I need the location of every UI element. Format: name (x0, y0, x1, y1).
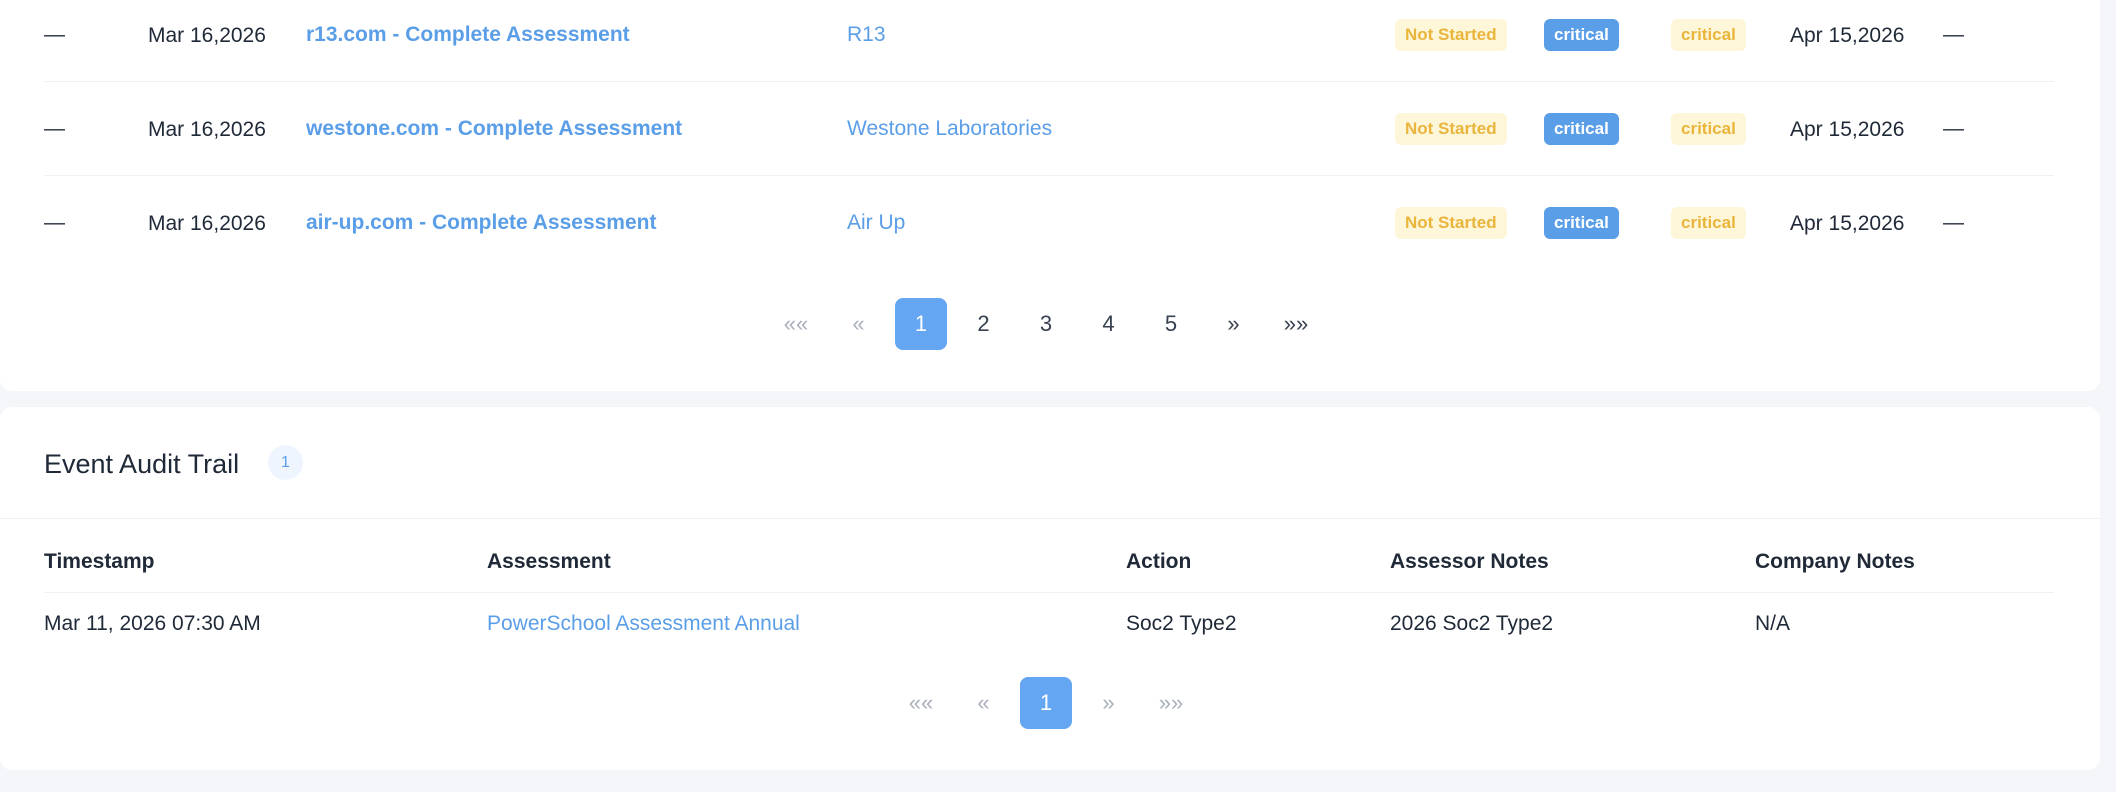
row-dash: — (1943, 23, 1964, 46)
column-header-action[interactable]: Action (1126, 550, 1191, 574)
audit-action: Soc2 Type2 (1126, 612, 1237, 635)
company-link[interactable]: R13 (847, 23, 886, 47)
assessment-link[interactable]: air-up.com - Complete Assessment (306, 211, 656, 235)
created-date: Mar 16, 2026 (148, 117, 266, 141)
priority-badge: critical (1544, 207, 1619, 239)
company-link[interactable]: Air Up (847, 211, 905, 235)
audit-assessor-notes: 2026 Soc2 Type2 (1390, 612, 1554, 635)
row-dash: — (1943, 117, 1964, 140)
next-page-button[interactable]: » (1208, 298, 1260, 350)
assessment-link[interactable]: westone.com - Complete Assessment (306, 117, 682, 141)
row-dash: — (44, 23, 65, 46)
created-date: Mar 16, 2026 (148, 23, 266, 47)
prev-page-button[interactable]: « (833, 298, 885, 350)
audit-assessment-link[interactable]: PowerSchool Assessment Annual (487, 612, 800, 636)
divider (0, 518, 2100, 519)
table-row: — Mar 16, 2026 air-up.com - Complete Ass… (44, 176, 2054, 270)
created-date: Mar 16, 2026 (148, 211, 266, 235)
priority-badge: critical (1544, 19, 1619, 51)
page-button-1[interactable]: 1 (895, 298, 947, 350)
divider (44, 592, 2054, 593)
risk-badge: critical (1671, 19, 1746, 51)
audit-trail-card: Event Audit Trail 1 Timestamp Assessment… (0, 407, 2100, 770)
assessments-pagination: «« « 1 2 3 4 5 » »» (770, 298, 1333, 350)
prev-page-button[interactable]: « (958, 677, 1010, 729)
assessment-link[interactable]: r13.com - Complete Assessment (306, 23, 630, 47)
row-dash: — (44, 211, 65, 234)
last-page-button[interactable]: »» (1145, 677, 1197, 729)
page-button-2[interactable]: 2 (958, 298, 1010, 350)
last-page-button[interactable]: »» (1270, 298, 1322, 350)
priority-badge: critical (1544, 113, 1619, 145)
page-button-3[interactable]: 3 (1020, 298, 1072, 350)
page-button-5[interactable]: 5 (1145, 298, 1197, 350)
status-badge: Not Started (1395, 113, 1507, 145)
audit-timestamp: Mar 11, 2026 07:30 AM (44, 612, 261, 635)
table-row: — Mar 16, 2026 r13.com - Complete Assess… (44, 0, 2054, 82)
first-page-button[interactable]: «« (895, 677, 947, 729)
company-link[interactable]: Westone Laboratories (847, 117, 1052, 141)
status-badge: Not Started (1395, 19, 1507, 51)
due-date: Apr 15, 2026 (1790, 117, 1905, 141)
due-date: Apr 15, 2026 (1790, 23, 1905, 47)
assessments-card: — Mar 16, 2026 r13.com - Complete Assess… (0, 0, 2100, 391)
section-title: Event Audit Trail (44, 449, 240, 479)
risk-badge: critical (1671, 113, 1746, 145)
row-dash: — (1943, 211, 1964, 234)
row-dash: — (44, 117, 65, 140)
column-header-assessment[interactable]: Assessment (487, 550, 611, 574)
column-header-assessor-notes[interactable]: Assessor Notes (1390, 550, 1549, 574)
table-row: — Mar 16, 2026 westone.com - Complete As… (44, 82, 2054, 176)
audit-company-notes: N/A (1755, 612, 1791, 635)
audit-pagination: «« « 1 » »» (895, 677, 1208, 729)
status-badge: Not Started (1395, 207, 1507, 239)
page-button-4[interactable]: 4 (1083, 298, 1135, 350)
due-date: Apr 15, 2026 (1790, 211, 1905, 235)
next-page-button[interactable]: » (1083, 677, 1135, 729)
first-page-button[interactable]: «« (770, 298, 822, 350)
column-header-timestamp[interactable]: Timestamp (44, 550, 155, 574)
count-badge: 1 (268, 445, 303, 480)
page-button-1[interactable]: 1 (1020, 677, 1072, 729)
risk-badge: critical (1671, 207, 1746, 239)
column-header-company-notes[interactable]: Company Notes (1755, 550, 1915, 574)
